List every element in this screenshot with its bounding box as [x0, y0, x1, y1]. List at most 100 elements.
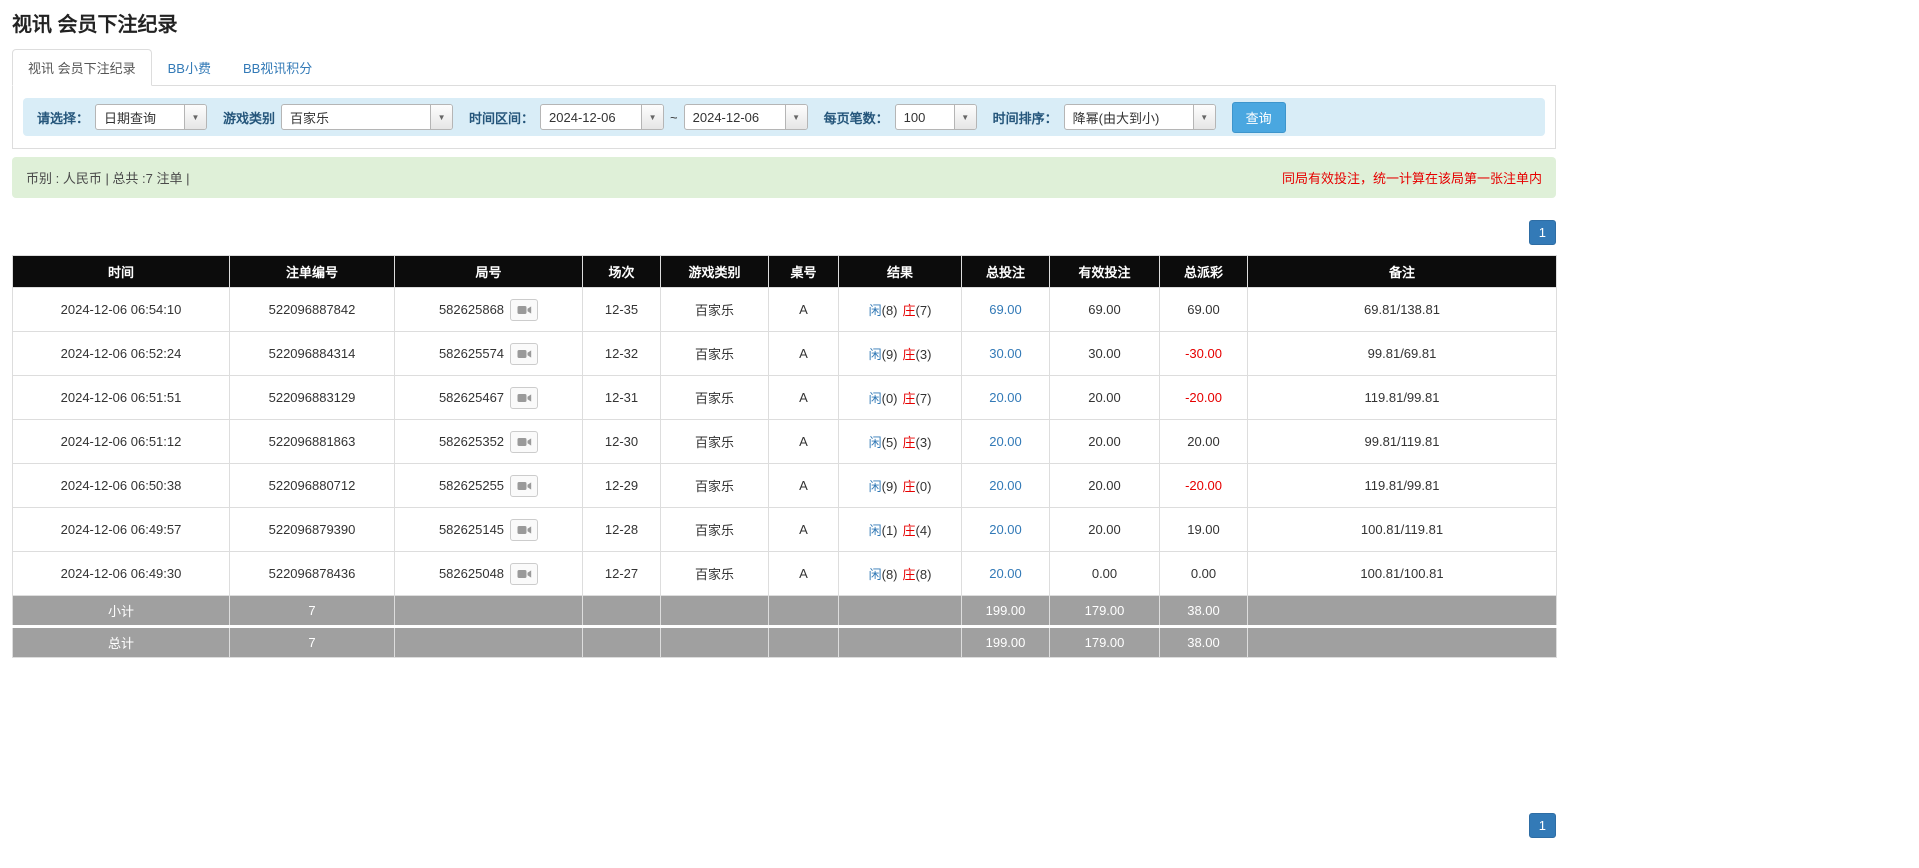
player-result: 闲	[869, 435, 882, 450]
cell-session: 12-29	[583, 464, 661, 508]
time-sort-label: 时间排序：	[993, 108, 1058, 127]
video-camera-icon	[517, 392, 532, 404]
empty-cell	[583, 627, 661, 658]
page-1-button[interactable]: 1	[1529, 813, 1556, 838]
pagination-top: 1	[12, 220, 1556, 245]
cell-valid-bet: 20.00	[1050, 376, 1160, 420]
cell-round-id: 582625255	[395, 464, 583, 508]
page-1-button[interactable]: 1	[1529, 220, 1556, 245]
tab-betting-records[interactable]: 视讯 会员下注纪录	[12, 49, 152, 86]
cell-remark: 100.81/100.81	[1248, 552, 1557, 596]
video-replay-button[interactable]	[510, 343, 538, 365]
tab-bb-video-points[interactable]: BB视讯积分	[227, 49, 328, 86]
chevron-down-icon[interactable]: ▼	[184, 105, 206, 129]
page-size-input[interactable]	[896, 105, 954, 129]
cell-payout: 20.00	[1160, 420, 1248, 464]
column-header-game-type: 游戏类别	[661, 256, 769, 288]
cell-table-no: A	[769, 552, 839, 596]
total-row: 总计 7 199.00 179.00 38.00	[13, 627, 1557, 658]
player-result-num: (5)	[882, 435, 898, 450]
tab-panel: 请选择： ▼ 游戏类别 ▼ 时间区间： ▼ ~ ▼ 每页笔数：	[12, 86, 1556, 149]
cell-game-type: 百家乐	[661, 288, 769, 332]
cell-game-type: 百家乐	[661, 508, 769, 552]
time-sort-input[interactable]	[1065, 105, 1193, 129]
video-camera-icon	[517, 524, 532, 536]
tab-bar: 视讯 会员下注纪录 BB小费 BB视讯积分	[12, 49, 1556, 86]
total-bet-link[interactable]: 20.00	[989, 434, 1022, 449]
total-valid-bet: 179.00	[1050, 627, 1160, 658]
player-result: 闲	[869, 567, 882, 582]
cell-remark: 119.81/99.81	[1248, 464, 1557, 508]
cell-payout: -20.00	[1160, 376, 1248, 420]
total-total-bet: 199.00	[962, 627, 1050, 658]
round-id-text: 582625352	[439, 434, 504, 449]
cell-round-id: 582625352	[395, 420, 583, 464]
player-result-num: (9)	[882, 479, 898, 494]
cell-table-no: A	[769, 420, 839, 464]
video-replay-button[interactable]	[510, 475, 538, 497]
cell-valid-bet: 20.00	[1050, 464, 1160, 508]
video-replay-button[interactable]	[510, 519, 538, 541]
empty-cell	[839, 596, 962, 627]
chevron-down-icon[interactable]: ▼	[430, 105, 452, 129]
video-replay-button[interactable]	[510, 431, 538, 453]
date-from-input[interactable]	[541, 105, 641, 129]
cell-total-bet: 20.00	[962, 552, 1050, 596]
banker-result-num: (3)	[916, 435, 932, 450]
round-id-text: 582625145	[439, 522, 504, 537]
player-result: 闲	[869, 303, 882, 318]
banker-result: 庄	[903, 567, 916, 582]
cell-session: 12-32	[583, 332, 661, 376]
tab-bb-tips[interactable]: BB小费	[152, 49, 227, 86]
table-row: 2024-12-06 06:54:10 522096887842 5826258…	[13, 288, 1557, 332]
page-size-label: 每页笔数：	[824, 108, 889, 127]
empty-cell	[661, 627, 769, 658]
column-header-time: 时间	[13, 256, 230, 288]
chevron-down-icon[interactable]: ▼	[954, 105, 976, 129]
pagination-bottom: 1	[12, 813, 1556, 868]
game-type-label: 游戏类别	[223, 108, 275, 127]
total-bet-link[interactable]: 20.00	[989, 566, 1022, 581]
cell-payout: 69.00	[1160, 288, 1248, 332]
cell-round-id: 582625868	[395, 288, 583, 332]
cell-valid-bet: 0.00	[1050, 552, 1160, 596]
subtotal-valid-bet: 179.00	[1050, 596, 1160, 627]
cell-total-bet: 69.00	[962, 288, 1050, 332]
page-title: 视讯 会员下注纪录	[12, 8, 1556, 37]
cell-session: 12-28	[583, 508, 661, 552]
cell-bet-id: 522096887842	[230, 288, 395, 332]
cell-payout: -30.00	[1160, 332, 1248, 376]
cell-round-id: 582625574	[395, 332, 583, 376]
query-type-input[interactable]	[96, 105, 184, 129]
total-bet-link[interactable]: 20.00	[989, 478, 1022, 493]
video-replay-button[interactable]	[510, 563, 538, 585]
banker-result: 庄	[903, 435, 916, 450]
total-bet-link[interactable]: 30.00	[989, 346, 1022, 361]
round-id-text: 582625467	[439, 390, 504, 405]
chevron-down-icon[interactable]: ▼	[1193, 105, 1215, 129]
currency-total-info: 币别 : 人民币 | 总共 :7 注单 |	[26, 168, 190, 187]
cell-result: 闲(8)庄(7)	[839, 288, 962, 332]
round-id-text: 582625048	[439, 566, 504, 581]
total-bet-link[interactable]: 69.00	[989, 302, 1022, 317]
date-to-input[interactable]	[685, 105, 785, 129]
chevron-down-icon[interactable]: ▼	[785, 105, 807, 129]
cell-result: 闲(9)庄(0)	[839, 464, 962, 508]
chevron-down-icon[interactable]: ▼	[641, 105, 663, 129]
player-result-num: (9)	[882, 347, 898, 362]
total-bet-link[interactable]: 20.00	[989, 522, 1022, 537]
video-replay-button[interactable]	[510, 299, 538, 321]
date-from-select: ▼	[540, 104, 664, 130]
player-result-num: (8)	[882, 303, 898, 318]
video-replay-button[interactable]	[510, 387, 538, 409]
table-row: 2024-12-06 06:51:51 522096883129 5826254…	[13, 376, 1557, 420]
search-button[interactable]: 查询	[1232, 102, 1286, 133]
cell-valid-bet: 69.00	[1050, 288, 1160, 332]
player-result: 闲	[869, 391, 882, 406]
cell-table-no: A	[769, 288, 839, 332]
cell-payout: 19.00	[1160, 508, 1248, 552]
table-row: 2024-12-06 06:49:30 522096878436 5826250…	[13, 552, 1557, 596]
cell-payout: 0.00	[1160, 552, 1248, 596]
total-bet-link[interactable]: 20.00	[989, 390, 1022, 405]
game-type-input[interactable]	[282, 105, 430, 129]
